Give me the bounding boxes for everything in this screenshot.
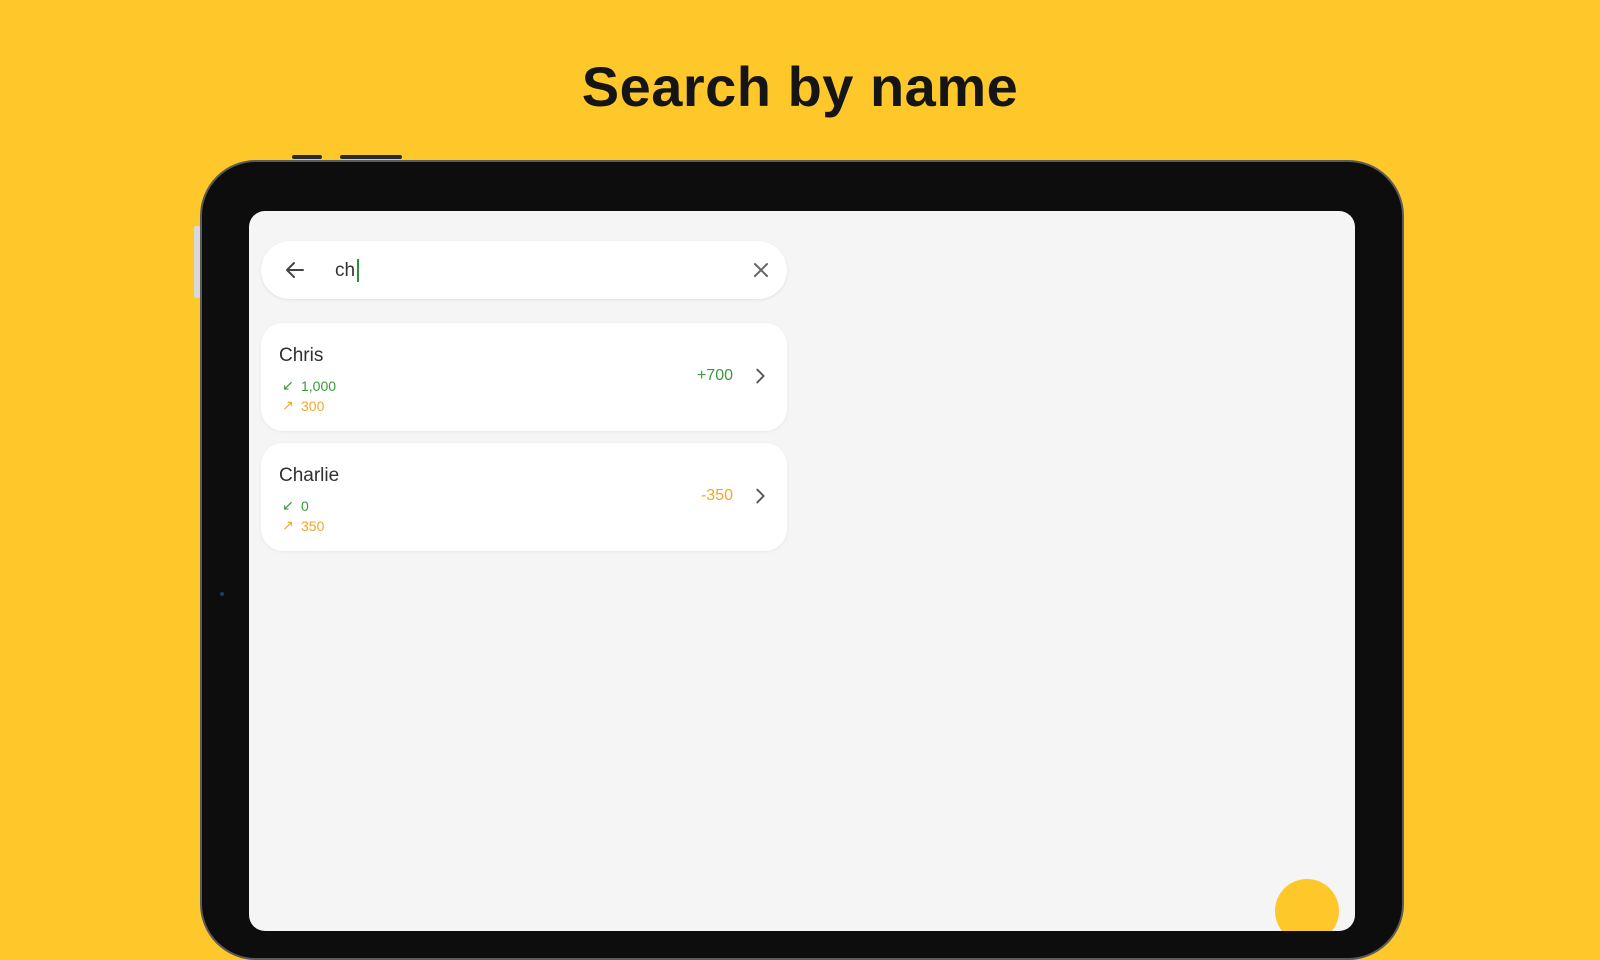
- sent-amount-row: ↗ 350: [281, 517, 324, 534]
- sent-amount: 350: [301, 517, 325, 534]
- received-amount-row: ↙ 0: [281, 497, 309, 514]
- text-cursor: [357, 259, 359, 282]
- close-icon[interactable]: [749, 258, 773, 282]
- arrow-up-right-icon: ↗: [282, 397, 294, 413]
- received-amount: 0: [301, 497, 309, 514]
- app-screen: Chris ↙ 1,000 ↗ 300 +700 Charlie ↙ 0 ↗ 3…: [249, 211, 1355, 931]
- arrow-down-left-icon: ↙: [282, 497, 294, 513]
- contact-name: Charlie: [279, 465, 340, 486]
- search-input[interactable]: [333, 255, 717, 287]
- fab-button[interactable]: [1275, 879, 1339, 931]
- camera-dot: [220, 592, 224, 596]
- tablet-top-button: [340, 155, 402, 159]
- arrow-down-left-icon: ↙: [282, 377, 294, 393]
- chevron-right-icon[interactable]: [749, 365, 771, 387]
- chevron-right-icon[interactable]: [749, 485, 771, 507]
- contact-card[interactable]: Charlie ↙ 0 ↗ 350 -350: [261, 443, 787, 551]
- contact-name: Chris: [279, 345, 324, 366]
- sent-amount-row: ↗ 300: [281, 397, 324, 414]
- sent-amount: 300: [301, 397, 325, 414]
- balance-amount: +700: [696, 367, 733, 384]
- tablet-top-button: [292, 155, 322, 159]
- contact-card[interactable]: Chris ↙ 1,000 ↗ 300 +700: [261, 323, 787, 431]
- received-amount-row: ↙ 1,000: [281, 377, 336, 394]
- balance-amount: -350: [700, 487, 733, 504]
- arrow-left-icon[interactable]: [283, 258, 307, 282]
- search-bar: [261, 241, 787, 299]
- arrow-up-right-icon: ↗: [282, 517, 294, 533]
- headline: Search by name: [581, 55, 1019, 118]
- received-amount: 1,000: [301, 377, 337, 394]
